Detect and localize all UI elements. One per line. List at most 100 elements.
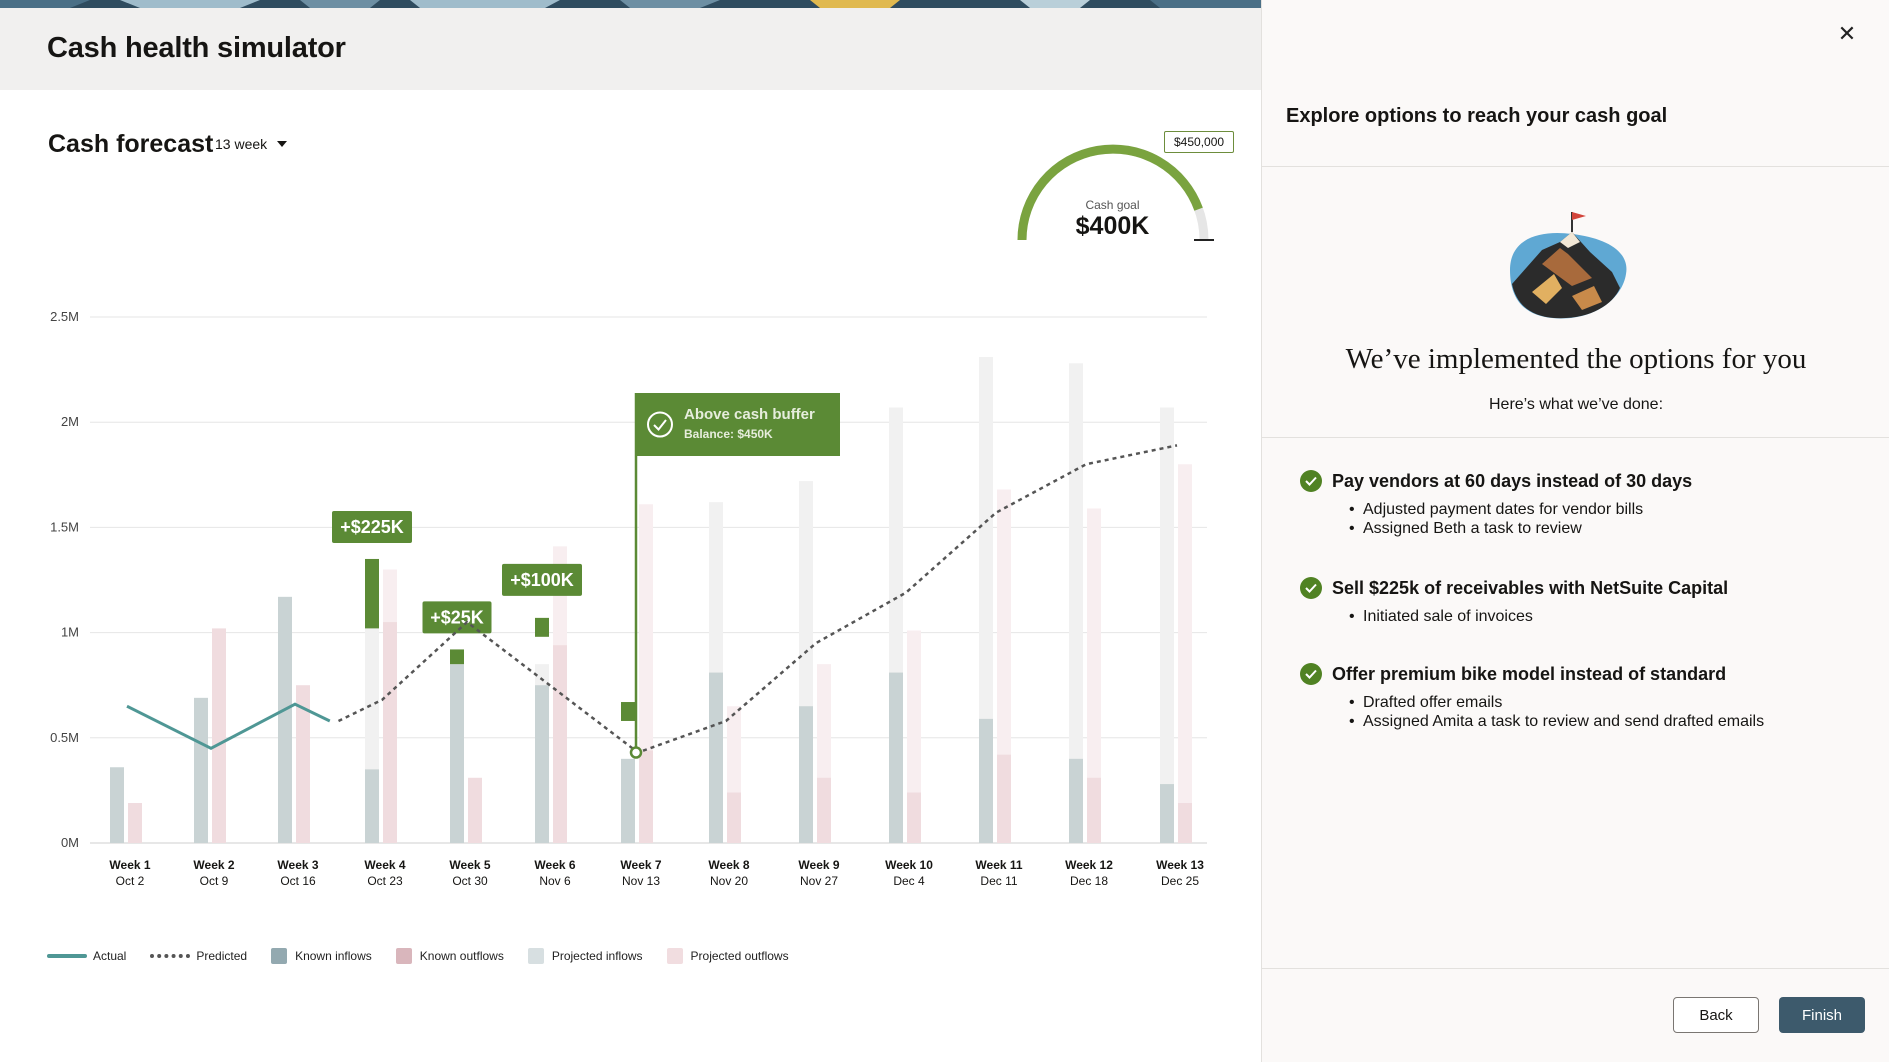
known-inflow-bar [365,769,379,843]
x-date-label: Oct 9 [200,874,229,888]
known-outflow-bar [1178,803,1192,843]
legend-known-outflows: Known outflows [395,948,504,964]
x-date-label: Oct 23 [367,874,403,888]
app-title: Cash health simulator [47,32,346,64]
divider [1262,968,1889,969]
x-tick-label: Week 5 [449,858,490,872]
x-tick-label: Week 3 [277,858,318,872]
option-bullet: Assigned Beth a task to review [1349,519,1692,538]
x-date-label: Nov 13 [622,874,660,888]
check-circle-icon [1300,577,1322,599]
cash-forecast-chart: 0M 0.5M 1M 1.5M 2M 2.5M Week 1 Oct 2 Week 2 Oct 9… [50,309,1207,888]
completion-subheading: Here’s what we’ve done: [1488,396,1664,413]
legend-swatch [527,948,544,964]
known-outflow-bar [997,754,1011,843]
finish-button[interactable]: Finish [1779,997,1865,1033]
uplift-bar [535,617,549,637]
marker-title: Above cash buffer [684,406,815,423]
x-tick-label: Week 1 [109,858,150,872]
option-title: Sell $225k of receivables with NetSuite … [1332,577,1729,598]
options-panel: ✕ Explore options to reach your cash goa… [1261,0,1889,1062]
uplift-label: +$25K [430,607,484,627]
known-inflow-bar [1160,784,1174,843]
decorative-banner [0,0,1261,8]
uplift-label: +$225K [340,517,404,537]
panel-footer: Back Finish [1673,997,1865,1033]
option-item: Offer premium bike model instead of stan… [1300,663,1764,731]
marker-point [629,746,643,759]
forecast-title: Cash forecast [48,130,214,158]
known-outflow-bar [817,777,831,843]
mountain-flag-illustration [1502,212,1632,327]
gauge-max-badge: $450,000 [1164,131,1235,153]
known-outflow-bar [1087,777,1101,843]
known-inflow-bar [709,672,723,843]
x-tick-label: Week 10 [885,858,933,872]
check-circle-icon [1300,470,1322,492]
predicted-line [337,444,1178,754]
x-date-label: Oct 30 [452,874,488,888]
x-tick-label: Week 9 [798,858,839,872]
divider [1262,437,1889,438]
legend-actual-swatch [47,954,87,958]
close-button[interactable]: ✕ [1835,22,1859,46]
known-outflow-bar [727,792,741,843]
known-inflow-bar [278,596,292,843]
app-header: Cash health simulator [0,8,1261,90]
uplift-bar [450,649,464,665]
option-item: Sell $225k of receivables with NetSuite … [1300,577,1728,626]
known-outflow-bar [639,750,653,843]
known-outflow-bar [907,792,921,843]
option-title: Offer premium bike model instead of stan… [1332,663,1727,684]
x-tick-label: Week 12 [1065,858,1113,872]
app-root: Cash health simulator Cash forecast 13 w… [0,0,1889,1062]
y-tick-label: 0M [61,835,79,850]
known-outflow-bar [212,628,226,843]
chart-legend: Actual Predicted Known inflows Known out… [47,948,813,964]
legend-swatch [271,948,288,964]
x-date-label: Nov 27 [800,874,838,888]
marker-subtitle: Balance: $450K [684,427,773,441]
x-tick-label: Week 13 [1156,858,1204,872]
projected-outflow-bar [1178,464,1192,843]
uplift-label: +$100K [510,570,574,590]
marker-callout [636,393,840,456]
completion-heading: We’ve implemented the options for you [1345,343,1807,375]
legend-label: Projected inflows [551,949,643,963]
uplift-bar [621,702,635,721]
projected-inflow-bar [1160,407,1174,843]
option-title: Pay vendors at 60 days instead of 30 day… [1332,470,1693,491]
legend-predicted: Predicted [150,949,247,963]
known-outflow-bar [553,645,567,843]
legend-known-inflows: Known inflows [271,948,372,964]
x-date-label: Dec 25 [1161,874,1199,888]
y-tick-label: 1.5M [50,519,79,534]
uplift-bar [365,558,379,629]
check-circle-icon [1300,663,1322,685]
x-date-label: Oct 16 [280,874,316,888]
option-bullet: Assigned Amita a task to review and send… [1349,712,1764,731]
x-tick-label: Week 7 [620,858,661,872]
x-tick-label: Week 6 [534,858,575,872]
known-inflow-bar [621,758,635,843]
forecast-pane: Cash health simulator Cash forecast 13 w… [0,0,1261,1062]
legend-label: Known outflows [419,949,504,963]
y-tick-label: 1M [61,625,79,640]
known-inflow-bar [450,664,464,843]
known-inflow-bar [194,697,208,843]
back-button[interactable]: Back [1673,997,1759,1033]
close-icon: ✕ [1837,21,1857,46]
legend-swatch [395,948,412,964]
known-inflow-bar [889,672,903,843]
x-tick-label: Week 8 [708,858,749,872]
period-dropdown[interactable]: 13 week [215,136,288,152]
x-date-label: Oct 2 [116,874,145,888]
gauge-label: Cash goal [1085,198,1140,212]
option-bullet: Initiated sale of invoices [1349,607,1728,626]
period-dropdown-value: 13 week [215,136,268,152]
panel-title: Explore options to reach your cash goal [1286,105,1668,127]
legend-label: Projected outflows [690,949,789,963]
known-inflow-bar [979,718,993,843]
y-tick-label: 2.5M [50,309,79,324]
known-inflow-bar [110,767,124,843]
